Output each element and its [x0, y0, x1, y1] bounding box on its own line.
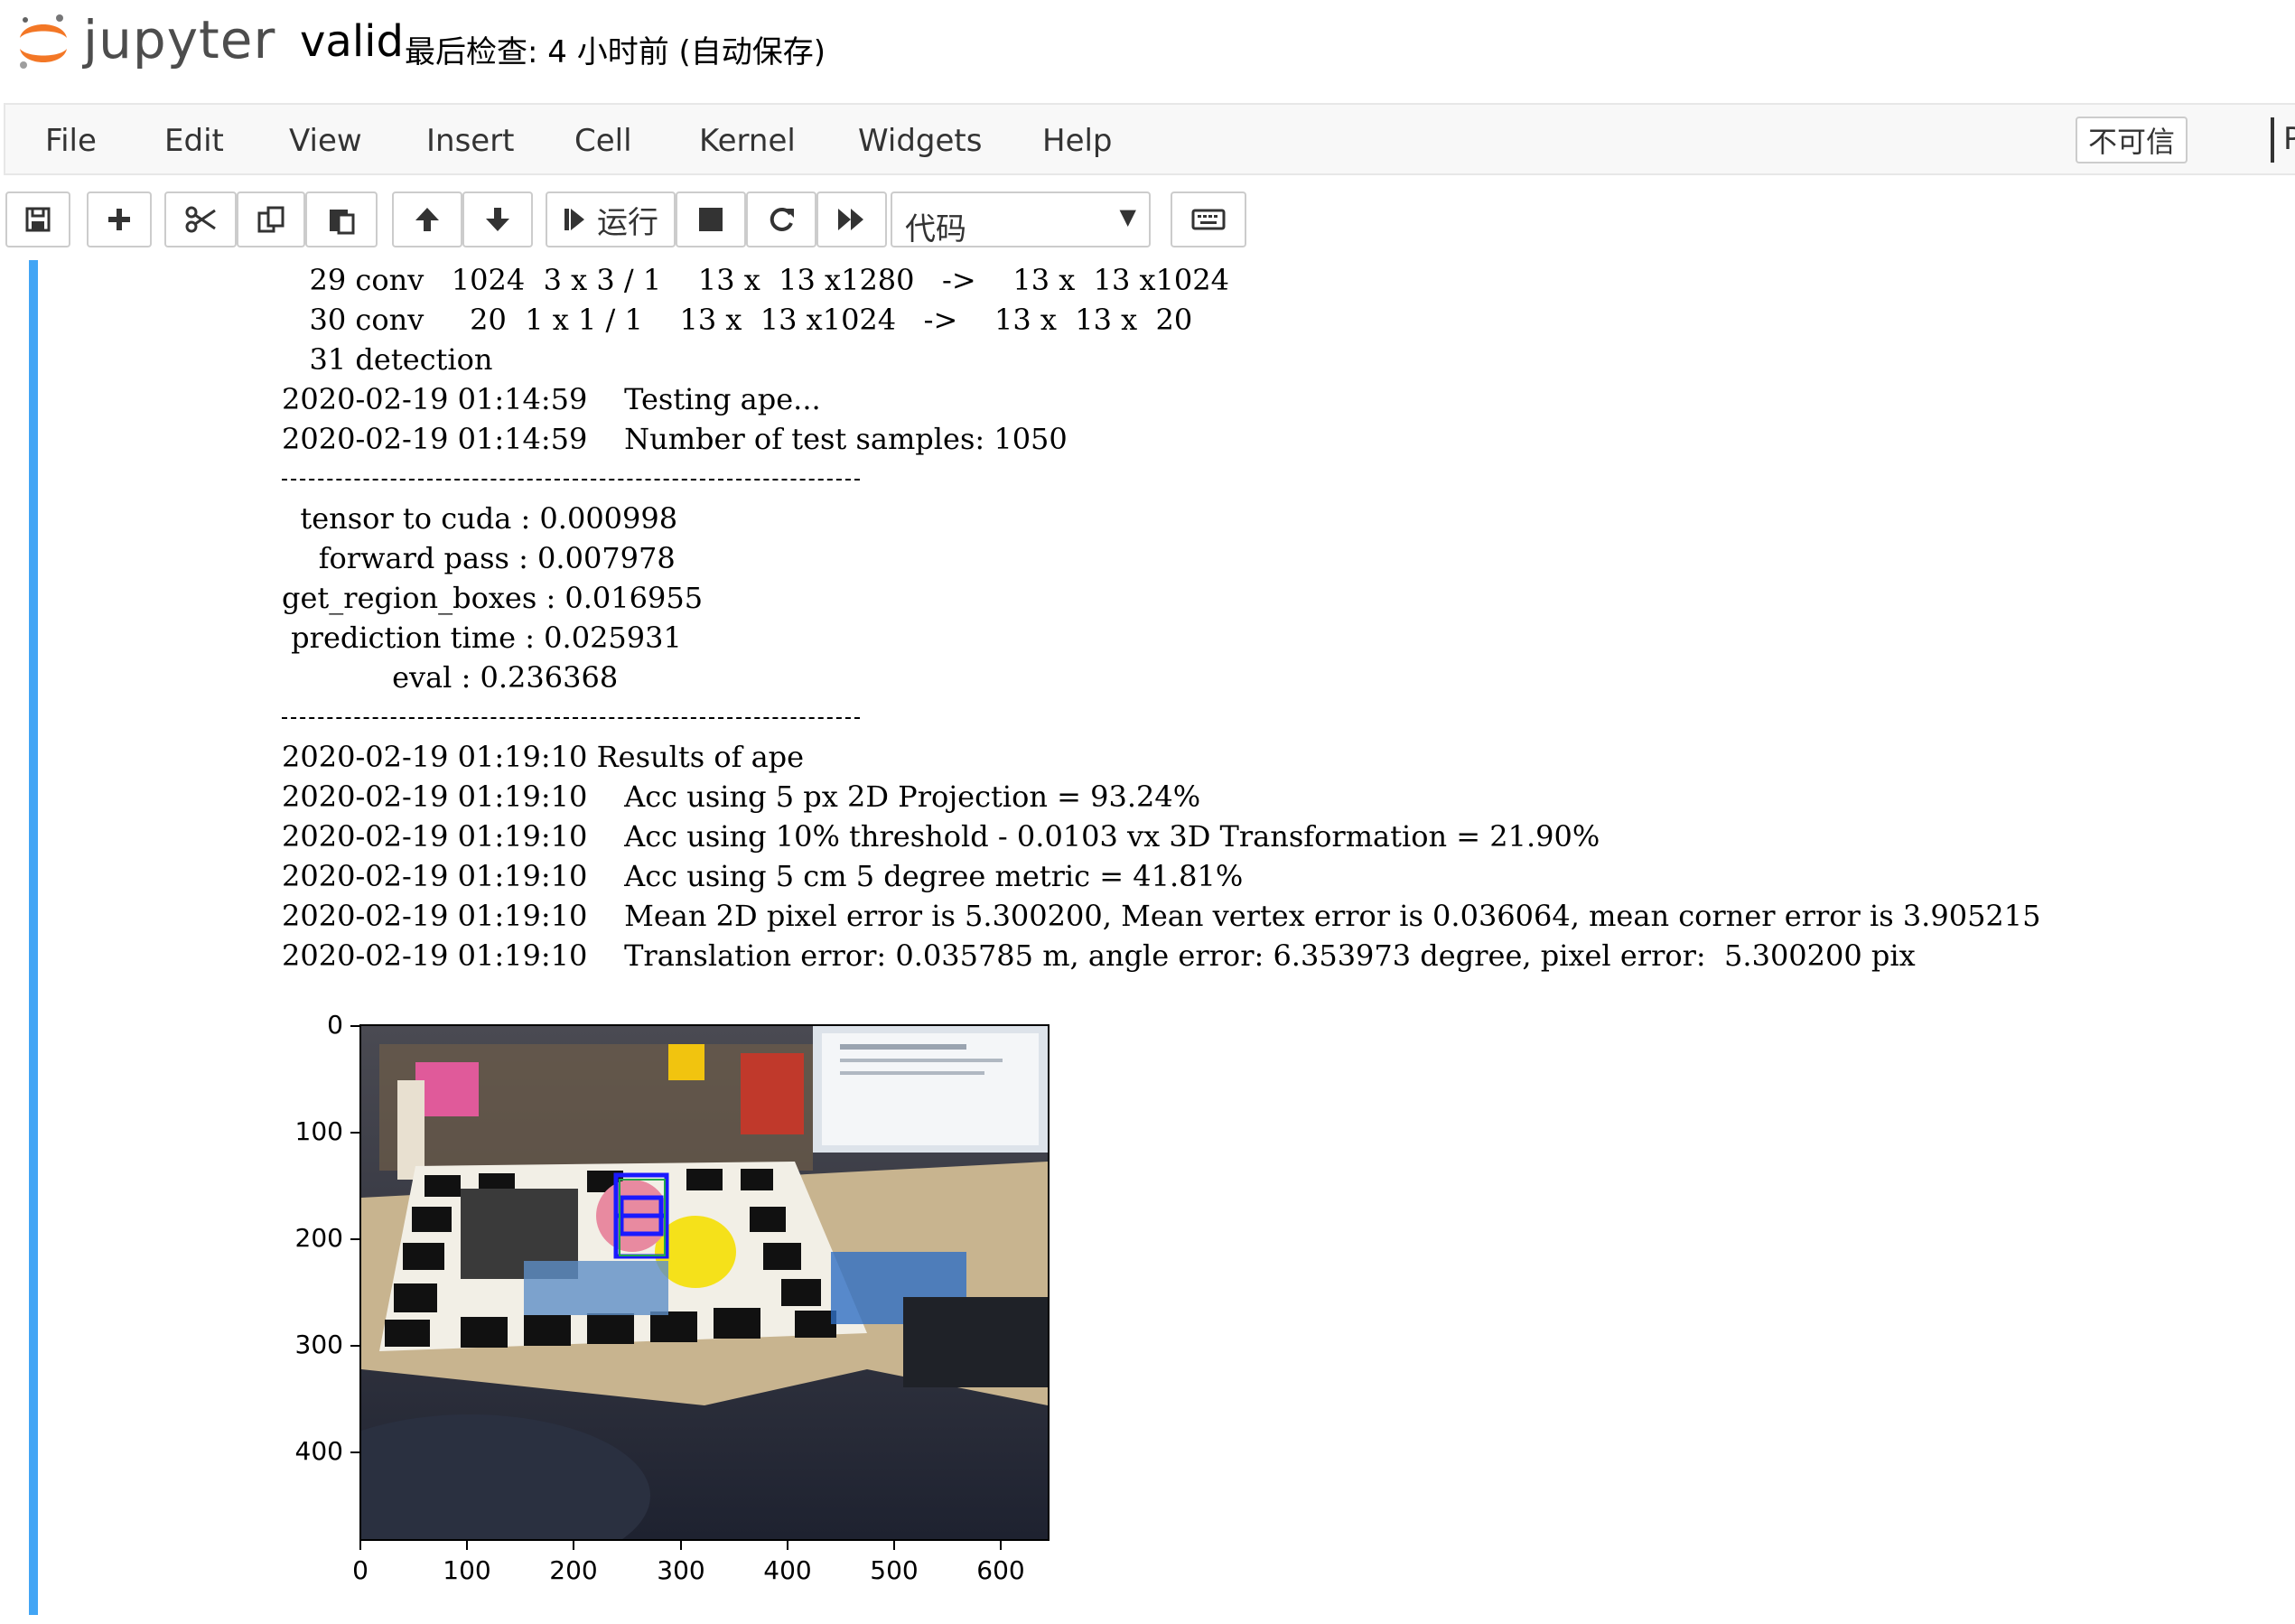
arrow-down-icon	[486, 208, 509, 231]
x-tick	[787, 1541, 788, 1550]
result-line: 2020-02-19 01:19:10 Acc using 5 px 2D Pr…	[282, 779, 1201, 814]
menu-view[interactable]: View	[289, 123, 362, 159]
arrow-up-icon	[415, 208, 439, 231]
selected-cell-indicator	[29, 260, 38, 1615]
header: jupyter valid 最后检查: 4 小时前 (自动保存)	[0, 0, 2295, 101]
insert-cell-button[interactable]	[87, 191, 152, 247]
keyboard-icon	[1191, 209, 1226, 230]
y-tick	[350, 1132, 359, 1134]
x-tick-label: 300	[657, 1555, 705, 1585]
result-line: 2020-02-19 01:19:10 Mean 2D pixel error …	[282, 899, 2041, 933]
cell-output: 29 conv 1024 3 x 3 / 1 13 x 13 x1280 -> …	[282, 260, 2041, 975]
menu-edit[interactable]: Edit	[164, 123, 224, 159]
not-trusted-button[interactable]: 不可信	[2076, 117, 2188, 163]
y-tick-label: 300	[294, 1330, 343, 1359]
jupyter-logo-text[interactable]: jupyter	[83, 9, 275, 70]
x-tick	[466, 1541, 468, 1550]
y-tick	[350, 1451, 359, 1453]
copy-button[interactable]	[237, 191, 305, 247]
output-line: 2020-02-19 01:14:59 Number of test sampl…	[282, 422, 1068, 456]
x-tick-label: 0	[352, 1555, 369, 1585]
y-tick	[350, 1238, 359, 1240]
timing-line: prediction time : 0.025931	[282, 621, 682, 655]
output-line: 30 conv 20 1 x 1 / 1 13 x 13 x1024 -> 13…	[282, 303, 1193, 337]
stop-icon	[699, 208, 723, 231]
cell-type-select[interactable]: 代码 ▼	[891, 191, 1151, 247]
kernel-name-partial[interactable]: P	[2283, 121, 2295, 157]
menu-file[interactable]: File	[45, 123, 97, 159]
fast-forward-icon	[838, 209, 863, 230]
x-tick	[573, 1541, 574, 1550]
cut-button[interactable]	[164, 191, 237, 247]
image-plot	[359, 1024, 1050, 1541]
y-tick	[350, 1345, 359, 1347]
scissors-icon	[185, 206, 216, 233]
menu-help[interactable]: Help	[1042, 123, 1113, 159]
paste-icon	[330, 210, 355, 235]
scene-image	[361, 1026, 1048, 1539]
output-line: 29 conv 1024 3 x 3 / 1 13 x 13 x1280 -> …	[282, 263, 1229, 297]
move-down-button[interactable]	[462, 191, 533, 247]
notebook-name[interactable]: valid	[300, 16, 404, 67]
restart-run-all-button[interactable]	[816, 191, 887, 247]
jupyter-logo-icon[interactable]	[14, 11, 72, 74]
x-tick	[893, 1541, 895, 1550]
result-line: 2020-02-19 01:19:10 Acc using 5 cm 5 deg…	[282, 859, 1244, 893]
y-tick-label: 0	[327, 1010, 343, 1040]
x-tick-label: 100	[443, 1555, 491, 1585]
notebook-area: 29 conv 1024 3 x 3 / 1 13 x 13 x1280 -> …	[0, 260, 2295, 1615]
save-button[interactable]	[5, 191, 70, 247]
menu-insert[interactable]: Insert	[426, 123, 515, 159]
command-palette-button[interactable]	[1171, 191, 1246, 247]
paste-button[interactable]	[305, 191, 378, 247]
restart-button[interactable]	[746, 191, 816, 247]
result-line: 2020-02-19 01:19:10 Translation error: 0…	[282, 938, 1916, 973]
y-tick	[350, 1025, 359, 1027]
cell-type-value: 代码	[905, 211, 966, 247]
save-icon	[25, 207, 51, 232]
step-forward-icon	[564, 209, 584, 230]
x-tick-label: 400	[763, 1555, 812, 1585]
refresh-icon	[770, 207, 794, 231]
y-tick-label: 100	[294, 1116, 343, 1146]
x-tick	[1000, 1541, 1002, 1550]
output-line: 31 detection	[282, 342, 493, 377]
x-tick-label: 200	[549, 1555, 598, 1585]
separator-line	[282, 479, 860, 481]
menu-widgets[interactable]: Widgets	[858, 123, 982, 159]
kernel-separator	[2271, 117, 2274, 163]
checkpoint-status: 最后检查: 4 小时前 (自动保存)	[405, 34, 826, 70]
caret-down-icon: ▼	[1119, 204, 1136, 229]
menubar: File Edit View Insert Cell Kernel Widget…	[4, 103, 2295, 175]
x-tick-label: 600	[976, 1555, 1025, 1585]
x-tick	[680, 1541, 682, 1550]
run-button[interactable]: 运行	[546, 191, 676, 247]
menu-kernel[interactable]: Kernel	[699, 123, 796, 159]
y-tick-label: 400	[294, 1436, 343, 1466]
separator-line	[282, 717, 860, 719]
move-up-button[interactable]	[392, 191, 462, 247]
interrupt-button[interactable]	[676, 191, 746, 247]
timing-line: tensor to cuda : 0.000998	[282, 501, 678, 536]
plus-icon	[108, 209, 130, 230]
x-tick	[359, 1541, 361, 1550]
copy-icon	[257, 206, 285, 233]
timing-line: get_region_boxes : 0.016955	[282, 581, 704, 615]
result-line: 2020-02-19 01:19:10 Acc using 10% thresh…	[282, 819, 1600, 854]
result-line: 2020-02-19 01:19:10 Results of ape	[282, 740, 805, 774]
output-line: 2020-02-19 01:14:59 Testing ape...	[282, 382, 821, 416]
menu-cell[interactable]: Cell	[574, 123, 632, 159]
toolbar: 运行 代码 ▼	[0, 179, 2295, 260]
run-label: 运行	[597, 204, 658, 241]
matplotlib-figure: 0 100 200 300 400 0 100 200 300 400 500 …	[282, 1010, 1077, 1624]
timing-line: eval : 0.236368	[282, 660, 619, 695]
timing-line: forward pass : 0.007978	[282, 541, 676, 575]
y-tick-label: 200	[294, 1223, 343, 1253]
x-tick-label: 500	[870, 1555, 919, 1585]
